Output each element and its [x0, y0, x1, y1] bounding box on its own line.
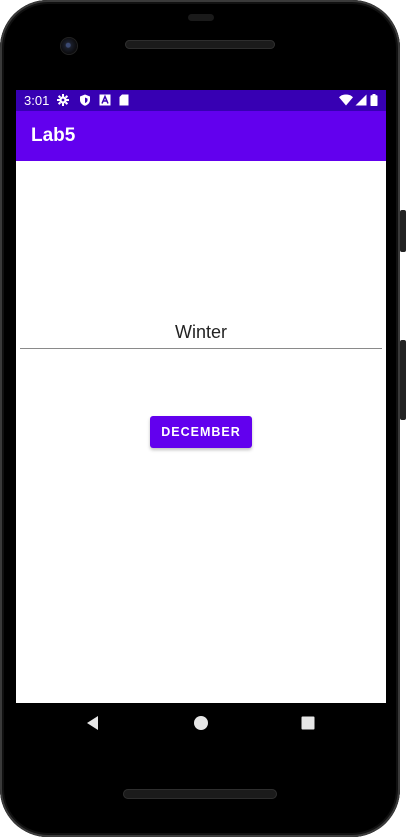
- earpiece-speaker: [125, 40, 275, 49]
- phone-frame: 3:01 Lab5 Winter DECEMBER: [0, 0, 400, 837]
- device-screen: 3:01 Lab5 Winter DECEMBER: [16, 90, 386, 703]
- app-title: Lab5: [31, 125, 76, 146]
- signal-icon: [355, 94, 367, 106]
- status-bar: 3:01: [16, 90, 386, 111]
- battery-icon: [370, 94, 378, 106]
- front-camera: [61, 38, 77, 54]
- power-button: [400, 340, 406, 420]
- navigation-bar: [16, 703, 386, 747]
- recents-icon[interactable]: [300, 715, 316, 731]
- status-time: 3:01: [24, 93, 50, 108]
- a-icon: [99, 94, 111, 106]
- december-button[interactable]: DECEMBER: [150, 416, 252, 448]
- sd-card-icon: [119, 94, 129, 106]
- home-icon[interactable]: [193, 715, 209, 731]
- bottom-speaker: [123, 789, 277, 799]
- volume-button: [400, 210, 406, 252]
- wifi-icon: [339, 94, 353, 106]
- back-icon[interactable]: [85, 715, 101, 731]
- top-notch: [188, 14, 214, 21]
- season-text-field[interactable]: [20, 316, 382, 349]
- shield-icon: [80, 94, 90, 106]
- settings-icon: [57, 94, 69, 106]
- app-bar: Lab5: [16, 111, 386, 161]
